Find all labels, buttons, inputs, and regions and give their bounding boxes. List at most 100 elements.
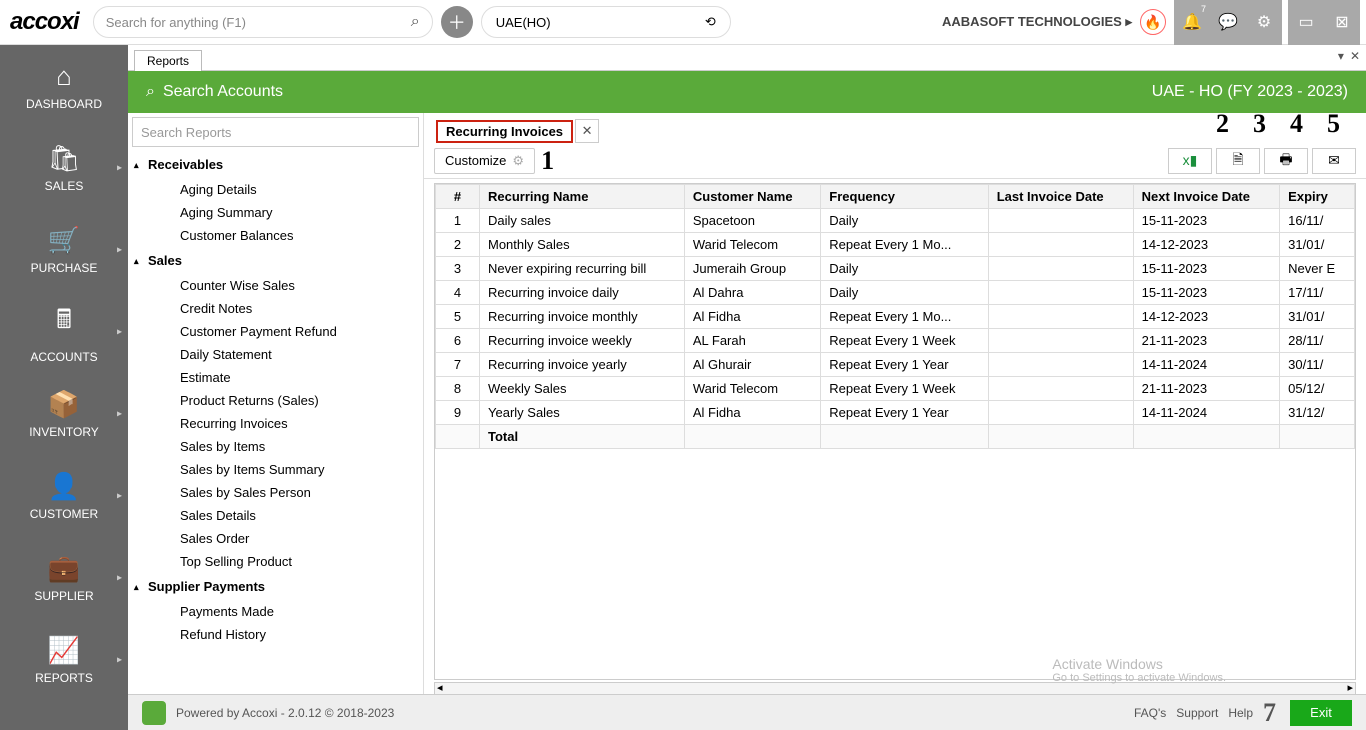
table-row[interactable]: 9Yearly SalesAl FidhaRepeat Every 1 Year…: [436, 401, 1355, 425]
footer-logo-icon: [142, 701, 166, 725]
gear-icon: ⚙: [512, 153, 524, 169]
col-header[interactable]: Recurring Name: [480, 185, 685, 209]
tree-item[interactable]: Aging Summary: [128, 201, 423, 224]
bag-icon: 🛍: [47, 143, 80, 174]
tree-item[interactable]: Counter Wise Sales: [128, 274, 423, 297]
nav-sales[interactable]: 🛍SALES▸: [0, 127, 128, 209]
search-icon: ⌕: [146, 83, 155, 101]
tree-item[interactable]: Estimate: [128, 366, 423, 389]
email-button[interactable]: ✉: [1312, 148, 1356, 174]
col-header[interactable]: Customer Name: [684, 185, 820, 209]
tree-group[interactable]: Receivables: [128, 151, 423, 178]
bell-icon[interactable]: 🔔7: [1174, 0, 1210, 45]
nav-dashboard[interactable]: ⌂DASHBOARD: [0, 45, 128, 127]
location-selector[interactable]: UAE(HO) ⟲: [481, 6, 731, 38]
tree-item[interactable]: Refund History: [128, 623, 423, 646]
nav-label: REPORTS: [35, 671, 93, 685]
col-header[interactable]: Next Invoice Date: [1133, 185, 1280, 209]
fiscal-year-label: UAE - HO (FY 2023 - 2023): [1152, 83, 1348, 101]
export-excel-button[interactable]: x▮: [1168, 148, 1212, 174]
alert-icon[interactable]: 🔥: [1140, 9, 1166, 35]
table-row[interactable]: 1Daily salesSpacetoonDaily15-11-202316/1…: [436, 209, 1355, 233]
tree-item[interactable]: Recurring Invoices: [128, 412, 423, 435]
table-row[interactable]: 2Monthly SalesWarid TelecomRepeat Every …: [436, 233, 1355, 257]
callout-row: 2 3 4 5: [1216, 109, 1340, 139]
close-icon[interactable]: ⊠: [1324, 0, 1360, 45]
col-header[interactable]: Expiry: [1280, 185, 1355, 209]
tree-item[interactable]: Sales by Items: [128, 435, 423, 458]
module-tab-actions: ▾ ✕: [1338, 49, 1360, 63]
print-button[interactable]: 🖶: [1264, 148, 1308, 174]
nav-purchase[interactable]: 🛒PURCHASE▸: [0, 209, 128, 291]
reports-search-input[interactable]: Search Reports: [132, 117, 419, 147]
module-tab-row: Reports ▾ ✕: [128, 45, 1366, 71]
topbar: accoxi Search for anything (F1) ⌕ ＋ UAE(…: [0, 0, 1366, 45]
tree-item[interactable]: Daily Statement: [128, 343, 423, 366]
nav-reports[interactable]: 📈REPORTS▸: [0, 619, 128, 701]
tree-item[interactable]: Credit Notes: [128, 297, 423, 320]
exit-button[interactable]: Exit: [1290, 700, 1352, 726]
col-header[interactable]: Frequency: [821, 185, 988, 209]
customize-button[interactable]: Customize ⚙: [434, 148, 535, 174]
table-row[interactable]: 7Recurring invoice yearlyAl GhurairRepea…: [436, 353, 1355, 377]
chevron-right-icon: ▸: [117, 163, 122, 174]
footer-link-faqs[interactable]: FAQ's: [1134, 706, 1166, 720]
chevron-right-icon: ▸: [117, 573, 122, 584]
tree-group[interactable]: Supplier Payments: [128, 573, 423, 600]
footer-link-support[interactable]: Support: [1176, 706, 1218, 720]
report-toolbar: Customize ⚙ 1 x▮ 🗎 🖶 ✉: [424, 143, 1366, 179]
tree-item[interactable]: Customer Balances: [128, 224, 423, 247]
minimize-icon[interactable]: ▭: [1288, 0, 1324, 45]
reports-tree[interactable]: ReceivablesAging DetailsAging SummaryCus…: [128, 151, 423, 730]
col-header[interactable]: #: [436, 185, 480, 209]
tree-item[interactable]: Sales by Sales Person: [128, 481, 423, 504]
section-title[interactable]: Search Accounts: [163, 83, 283, 101]
table-row[interactable]: 3Never expiring recurring billJumeraih G…: [436, 257, 1355, 281]
callout-4: 4: [1290, 109, 1303, 139]
search-placeholder: Search for anything (F1): [106, 15, 246, 30]
search-icon: ⌕: [411, 13, 420, 31]
inventory-icon: 📦: [48, 389, 80, 420]
tab-recurring-invoices[interactable]: Recurring Invoices: [436, 120, 573, 143]
close-icon[interactable]: ✕: [1350, 49, 1360, 63]
cart-icon: 🛒: [48, 225, 80, 256]
nav-inventory[interactable]: 📦INVENTORY▸: [0, 373, 128, 455]
table-row[interactable]: 5Recurring invoice monthlyAl FidhaRepeat…: [436, 305, 1355, 329]
tree-item[interactable]: Aging Details: [128, 178, 423, 201]
table-row[interactable]: 8Weekly SalesWarid TelecomRepeat Every 1…: [436, 377, 1355, 401]
company-name[interactable]: AABASOFT TECHNOLOGIES ▸: [942, 14, 1132, 30]
location-value: UAE(HO): [496, 15, 551, 30]
add-button[interactable]: ＋: [441, 6, 473, 38]
tree-item[interactable]: Top Selling Product: [128, 550, 423, 573]
footer-link-help[interactable]: Help: [1228, 706, 1253, 720]
pin-icon[interactable]: ▾: [1338, 49, 1344, 63]
gear-icon[interactable]: ⚙: [1246, 0, 1282, 45]
tree-item[interactable]: Product Returns (Sales): [128, 389, 423, 412]
chevron-right-icon: ▸: [117, 491, 122, 502]
nav-supplier[interactable]: 💼SUPPLIER▸: [0, 537, 128, 619]
col-header[interactable]: Last Invoice Date: [988, 185, 1133, 209]
calculator-icon: 🖩: [56, 301, 72, 345]
chevron-right-icon: ▸: [117, 327, 122, 338]
section-header: ⌕ Search Accounts UAE - HO (FY 2023 - 20…: [128, 71, 1366, 113]
notif-badge: 7: [1201, 4, 1206, 14]
nav-accounts[interactable]: 🖩ACCOUNTS▸: [0, 291, 128, 373]
export-pdf-button[interactable]: 🗎: [1216, 148, 1260, 174]
global-search[interactable]: Search for anything (F1) ⌕: [93, 6, 433, 38]
chat-icon[interactable]: 💬: [1210, 0, 1246, 45]
tree-item[interactable]: Sales Order: [128, 527, 423, 550]
nav-label: INVENTORY: [29, 425, 99, 439]
tab-close-icon[interactable]: ✕: [575, 119, 599, 143]
tree-group[interactable]: Sales: [128, 247, 423, 274]
table-row[interactable]: 4Recurring invoice dailyAl DahraDaily15-…: [436, 281, 1355, 305]
tree-item[interactable]: Customer Payment Refund: [128, 320, 423, 343]
tree-item[interactable]: Payments Made: [128, 600, 423, 623]
chart-icon: 📈: [48, 635, 80, 666]
module-tab-reports[interactable]: Reports: [134, 50, 202, 71]
data-grid[interactable]: #Recurring NameCustomer NameFrequencyLas…: [434, 183, 1356, 680]
table-row[interactable]: 6Recurring invoice weeklyAL FarahRepeat …: [436, 329, 1355, 353]
refresh-icon: ⟲: [705, 14, 716, 30]
nav-customer[interactable]: 👤CUSTOMER▸: [0, 455, 128, 537]
tree-item[interactable]: Sales by Items Summary: [128, 458, 423, 481]
tree-item[interactable]: Sales Details: [128, 504, 423, 527]
